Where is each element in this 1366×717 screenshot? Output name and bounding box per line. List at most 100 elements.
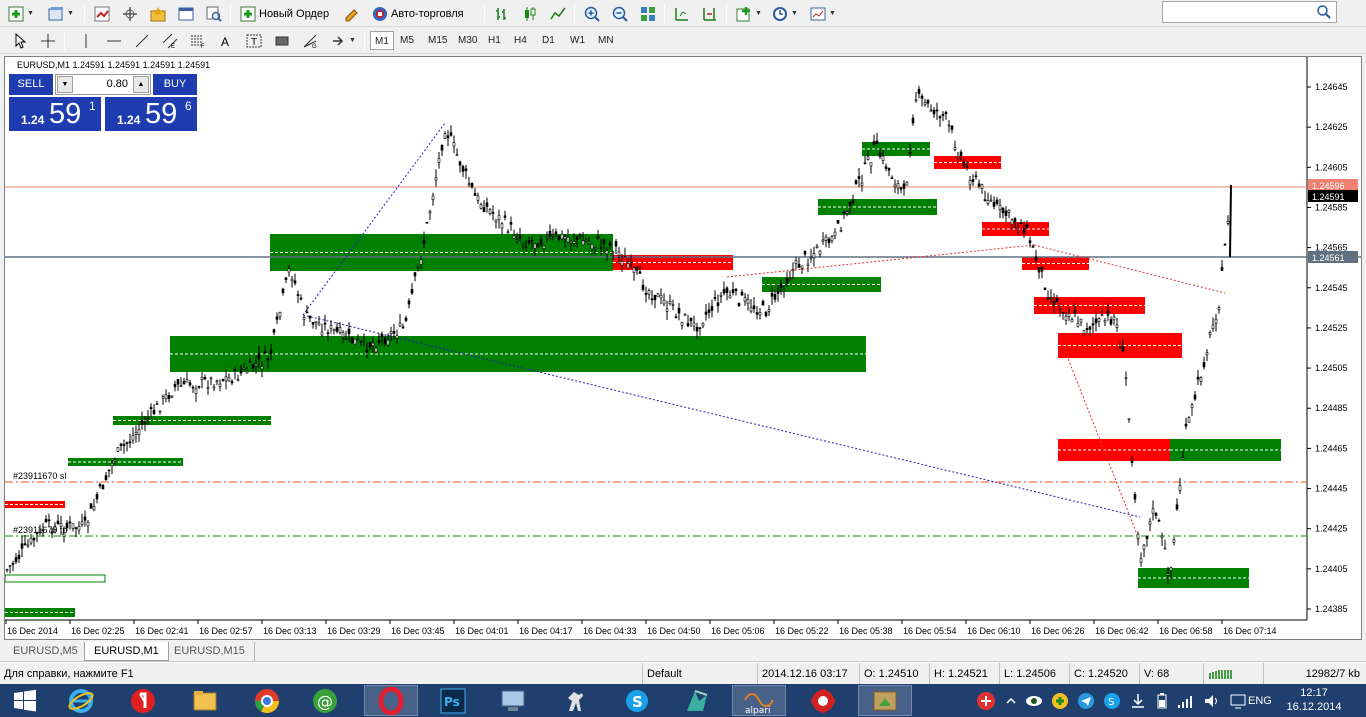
timeframe-m1-button[interactable]: M1 bbox=[370, 31, 394, 50]
buy-button[interactable]: BUY bbox=[153, 74, 197, 95]
timeframe-h4-button[interactable]: H4 bbox=[510, 31, 531, 50]
timeframe-m5-button[interactable]: M5 bbox=[396, 31, 418, 50]
bid-price-button[interactable]: 1.24 59 1 bbox=[9, 97, 101, 131]
candle-body bbox=[626, 263, 630, 269]
new-order-button[interactable]: Новый Ордер bbox=[236, 3, 333, 24]
taskbar-computer[interactable] bbox=[486, 685, 540, 716]
sell-button[interactable]: SELL bbox=[9, 74, 53, 95]
auto-trading-button[interactable]: Авто-торговля bbox=[368, 3, 468, 24]
taskbar-photoshop[interactable]: Ps bbox=[426, 685, 480, 716]
taskbar-internet-explorer[interactable] bbox=[54, 685, 108, 716]
time-label: 16 Dec 02:57 bbox=[199, 626, 253, 636]
display-icon[interactable] bbox=[1229, 692, 1247, 710]
timeframe-w1-button[interactable]: W1 bbox=[566, 31, 589, 50]
battery-icon[interactable] bbox=[1155, 692, 1169, 710]
wifi-signal-icon[interactable] bbox=[1177, 692, 1195, 710]
eye-icon[interactable] bbox=[1025, 692, 1043, 710]
search-icon[interactable] bbox=[1316, 4, 1332, 20]
vertical-line-tool[interactable] bbox=[74, 30, 98, 51]
tester-button[interactable] bbox=[202, 3, 226, 24]
candle-body bbox=[947, 124, 951, 127]
taskbar-counter-strike[interactable] bbox=[548, 685, 602, 716]
templates-button[interactable]: ▼ bbox=[806, 3, 840, 24]
price-chart[interactable]: 1.246451.246251.246051.245851.245651.245… bbox=[5, 57, 1361, 639]
ask-price-button[interactable]: 1.24 59 6 bbox=[105, 97, 197, 131]
candle-body bbox=[293, 280, 297, 284]
start-button[interactable] bbox=[0, 685, 50, 716]
chart-window[interactable]: 1.24645 1.24625 1.24605 1.24585 1.24565 1.245… bbox=[4, 56, 1362, 640]
timeframe-h1-button[interactable]: H1 bbox=[484, 31, 505, 50]
candlestick-button[interactable] bbox=[518, 3, 542, 24]
taskbar-skype[interactable]: S bbox=[610, 685, 664, 716]
zoom-in-button[interactable] bbox=[580, 3, 604, 24]
taskbar-red-gear-app[interactable] bbox=[796, 685, 850, 716]
taskbar-app-green[interactable] bbox=[670, 685, 724, 716]
candle-body bbox=[1136, 533, 1140, 539]
taskbar-mail-agent[interactable]: @ bbox=[298, 685, 352, 716]
tab-eurusd-m1[interactable]: EURUSD,M1 bbox=[84, 642, 169, 661]
navigator-button[interactable] bbox=[118, 3, 142, 24]
candle-body bbox=[1055, 298, 1059, 302]
tile-windows-button[interactable] bbox=[636, 3, 660, 24]
taskbar-file-explorer[interactable] bbox=[178, 685, 232, 716]
autoscroll-button[interactable] bbox=[698, 3, 722, 24]
timeframe-d1-button[interactable]: D1 bbox=[538, 31, 559, 50]
ask-last-digit: 6 bbox=[185, 99, 192, 113]
timeframe-m30-button[interactable]: M30 bbox=[454, 31, 481, 50]
text-label-tool[interactable]: T bbox=[242, 30, 266, 51]
bar-chart-button[interactable] bbox=[490, 3, 514, 24]
terminal-button[interactable] bbox=[174, 3, 198, 24]
taskbar-opera[interactable] bbox=[364, 685, 418, 716]
zoom-out-button[interactable] bbox=[608, 3, 632, 24]
chart-shift-button[interactable] bbox=[670, 3, 694, 24]
indicators-button[interactable]: ▼ bbox=[732, 3, 766, 24]
candle-body bbox=[842, 212, 846, 214]
metaeditor-button[interactable] bbox=[340, 3, 364, 24]
taskbar-alpari-terminal[interactable]: alpari bbox=[732, 685, 786, 716]
text-tool[interactable]: A bbox=[214, 30, 238, 51]
speaker-icon[interactable] bbox=[1203, 692, 1221, 710]
chevron-up-icon[interactable] bbox=[1005, 695, 1017, 707]
gann-tool[interactable]: G bbox=[298, 30, 322, 51]
connection-status[interactable] bbox=[1203, 663, 1263, 685]
market-watch-button[interactable] bbox=[90, 3, 114, 24]
antivirus-icon[interactable] bbox=[975, 690, 997, 712]
favorites-button[interactable] bbox=[146, 3, 170, 24]
green-plus-icon[interactable] bbox=[1051, 692, 1069, 710]
telegram-icon[interactable] bbox=[1077, 692, 1095, 710]
tab-eurusd-m15[interactable]: EURUSD,M15 bbox=[165, 642, 255, 661]
lot-size-value[interactable]: 0.80 bbox=[107, 78, 128, 90]
taskbar-mt4-app[interactable] bbox=[858, 685, 912, 716]
lot-increase-button[interactable]: ▲ bbox=[133, 76, 149, 93]
timeframe-mn-button[interactable]: MN bbox=[594, 31, 618, 50]
equidistant-channel-tool[interactable]: E bbox=[158, 30, 182, 51]
rectangle-tool[interactable] bbox=[270, 30, 294, 51]
new-chart-button[interactable]: ▼ bbox=[4, 3, 38, 24]
cursor-tool[interactable] bbox=[8, 30, 32, 51]
candle-body bbox=[146, 417, 150, 420]
candle-body bbox=[953, 147, 957, 151]
candle-body bbox=[392, 331, 396, 334]
skype-tray-icon[interactable]: S bbox=[1103, 692, 1121, 710]
lot-size-stepper[interactable]: ▼ 0.80 ▲ bbox=[55, 74, 151, 95]
candle-body bbox=[521, 242, 525, 245]
taskbar-chrome[interactable] bbox=[240, 685, 294, 716]
trendline-tool[interactable] bbox=[130, 30, 154, 51]
arrows-tool[interactable]: ▼ bbox=[326, 30, 360, 51]
taskbar-clock[interactable]: 12:17 16.12.2014 bbox=[1284, 686, 1344, 714]
timeframe-m15-button[interactable]: M15 bbox=[424, 31, 451, 50]
candle-body bbox=[974, 175, 978, 177]
fibonacci-tool[interactable]: F bbox=[186, 30, 210, 51]
periodicity-button[interactable]: ▼ bbox=[768, 3, 802, 24]
search-input[interactable] bbox=[1162, 1, 1337, 23]
tab-eurusd-m5[interactable]: EURUSD,M5 bbox=[4, 642, 88, 661]
horizontal-line-tool[interactable] bbox=[102, 30, 126, 51]
download-icon[interactable] bbox=[1129, 692, 1147, 710]
language-indicator[interactable]: ENG bbox=[1248, 684, 1272, 717]
candle-body bbox=[80, 521, 84, 525]
profiles-button[interactable]: ▼ bbox=[44, 3, 78, 24]
line-chart-button[interactable] bbox=[546, 3, 570, 24]
taskbar-yandex-browser[interactable] bbox=[116, 685, 170, 716]
crosshair-tool[interactable] bbox=[36, 30, 60, 51]
lot-decrease-button[interactable]: ▼ bbox=[57, 76, 73, 93]
